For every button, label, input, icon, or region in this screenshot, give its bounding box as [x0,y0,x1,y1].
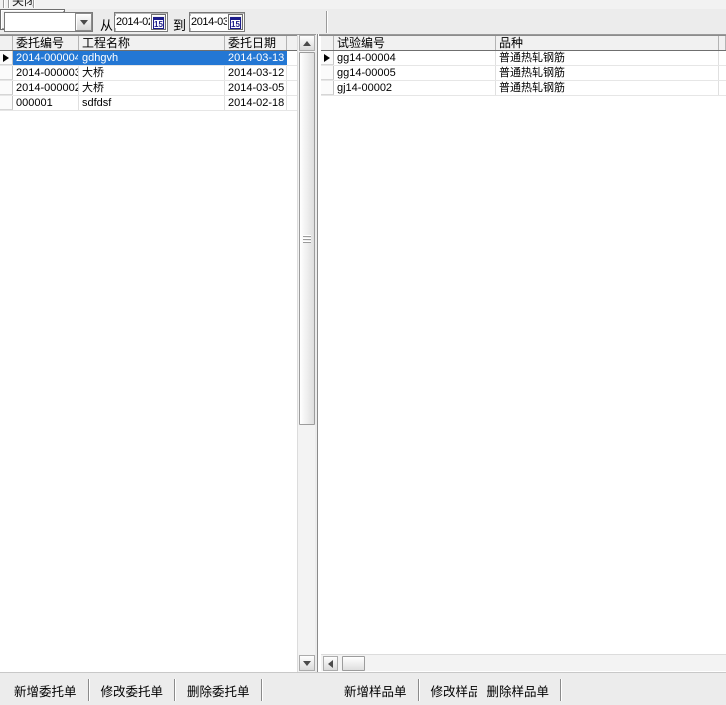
scroll-down-button[interactable] [299,655,315,671]
edit-sample-button[interactable]: 修改样品 [421,679,477,701]
scroll-left-button[interactable] [323,656,338,671]
table-row[interactable]: gg14-00005 普通热轧钢筋 [321,66,726,81]
cell-project-name: gdhgvh [79,51,225,65]
row-selector[interactable] [321,66,334,80]
cell-commission-date: 2014-03-12 [225,66,287,80]
current-row-icon [324,54,330,62]
tab-divider [3,0,4,8]
cell-variety: 普通热轧钢筋 [496,51,719,65]
add-sample-button[interactable]: 新增样品单 [334,679,417,701]
query-toolbar: 从 15 到 15 查询 [0,9,726,35]
cell-commission-no: 000001 [13,96,79,110]
column-header-variety[interactable]: 品种 [496,36,719,50]
column-header-project-name[interactable]: 工程名称 [79,36,225,50]
to-label: 到 [173,15,186,34]
table-row[interactable]: 2014-000002 大桥 2014-03-05 [0,81,297,96]
hscroll-thumb[interactable] [342,656,365,671]
cell-test-no: gg14-00005 [334,66,496,80]
cell-commission-date: 2014-03-13 [225,51,287,65]
date-from-field[interactable]: 15 [114,12,168,32]
from-label: 从 [100,15,113,34]
row-selector[interactable] [0,96,13,110]
row-selector[interactable] [0,51,13,65]
button-separator [174,679,176,701]
row-selector[interactable] [321,81,334,95]
table-row[interactable]: gg14-00004 普通热轧钢筋 [321,51,726,66]
sample-grid-header: 试验编号 品种 [321,36,726,51]
commission-actions: 新增委托单 修改委托单 删除委托单 [4,679,264,701]
scroll-left-icon [328,660,333,668]
cell-project-name: 大桥 [79,66,225,80]
edit-commission-button[interactable]: 修改委托单 [91,679,174,701]
toolbar-separator [326,11,328,33]
cell-commission-no: 2014-000004 [13,51,79,65]
button-separator [88,679,90,701]
filter-combobox-input[interactable] [5,13,75,31]
cell-filler [719,51,726,65]
table-row[interactable]: 2014-000003 大桥 2014-03-12 [0,66,297,81]
cell-project-name: 大桥 [79,81,225,95]
row-selector[interactable] [0,81,13,95]
commission-grid-vscrollbar[interactable] [297,35,315,672]
calendar-icon: 15 [230,17,241,29]
row-selector-header [321,36,334,50]
cell-commission-date: 2014-02-18 [225,96,287,110]
delete-commission-button[interactable]: 删除委托单 [177,679,260,701]
cell-variety: 普通热轧钢筋 [496,81,719,95]
row-selector[interactable] [0,66,13,80]
button-separator [560,679,562,701]
cell-commission-date: 2014-03-05 [225,81,287,95]
sample-grid-hscrollbar[interactable] [321,654,726,671]
vscroll-thumb[interactable] [299,52,315,425]
cell-variety: 普通热轧钢筋 [496,66,719,80]
table-row[interactable]: 000001 sdfdsf 2014-02-18 [0,96,297,111]
cell-project-name: sdfdsf [79,96,225,110]
cell-commission-no: 2014-000003 [13,66,79,80]
date-to-picker-button[interactable]: 15 [228,14,243,30]
date-to-field[interactable]: 15 [189,12,245,32]
delete-sample-button[interactable]: 删除样品单 [477,679,560,701]
column-header-commission-no[interactable]: 委托编号 [13,36,79,50]
commission-grid-panel: 委托编号 工程名称 委托日期 2014-000004 gdhgvh 2014-0… [0,35,297,672]
date-to-input[interactable] [190,16,228,28]
row-selector[interactable] [321,51,334,65]
scroll-down-icon [303,661,311,666]
tab-divider [33,0,34,8]
button-separator [261,679,263,701]
column-header-filler [719,36,726,50]
cell-filler [719,81,726,95]
scroll-grip-icon [303,235,311,243]
date-from-input[interactable] [115,16,151,28]
app-window: 关闭 从 15 到 15 查询 委托编号 [0,0,726,705]
column-header-commission-date[interactable]: 委托日期 [225,36,287,50]
commission-grid-header: 委托编号 工程名称 委托日期 [0,36,297,51]
calendar-icon: 15 [153,17,164,29]
column-header-test-no[interactable]: 试验编号 [334,36,496,50]
date-from-picker-button[interactable]: 15 [151,14,166,30]
filter-combobox[interactable] [4,12,93,32]
table-row[interactable]: gj14-00002 普通热轧钢筋 [321,81,726,96]
combobox-dropdown-button[interactable] [75,13,92,31]
cell-test-no: gg14-00004 [334,51,496,65]
tab-strip: 关闭 [0,0,726,9]
cell-test-no: gj14-00002 [334,81,496,95]
tab-divider [8,0,9,8]
cell-filler [719,66,726,80]
row-selector-header [0,36,13,50]
chevron-down-icon [80,20,88,25]
table-row[interactable]: 2014-000004 gdhgvh 2014-03-13 [0,51,297,66]
button-separator [418,679,420,701]
current-row-icon [3,54,9,62]
bottom-action-bar: 新增委托单 修改委托单 删除委托单 新增样品单 修改样品 删除样品单 [0,672,726,705]
scroll-up-button[interactable] [299,35,315,51]
cell-commission-no: 2014-000002 [13,81,79,95]
scroll-up-icon [303,41,311,46]
add-commission-button[interactable]: 新增委托单 [4,679,87,701]
sample-actions: 新增样品单 修改样品 删除样品单 [334,679,563,701]
sample-grid-panel: 试验编号 品种 gg14-00004 普通热轧钢筋 gg14-00005 普通热… [319,35,726,672]
